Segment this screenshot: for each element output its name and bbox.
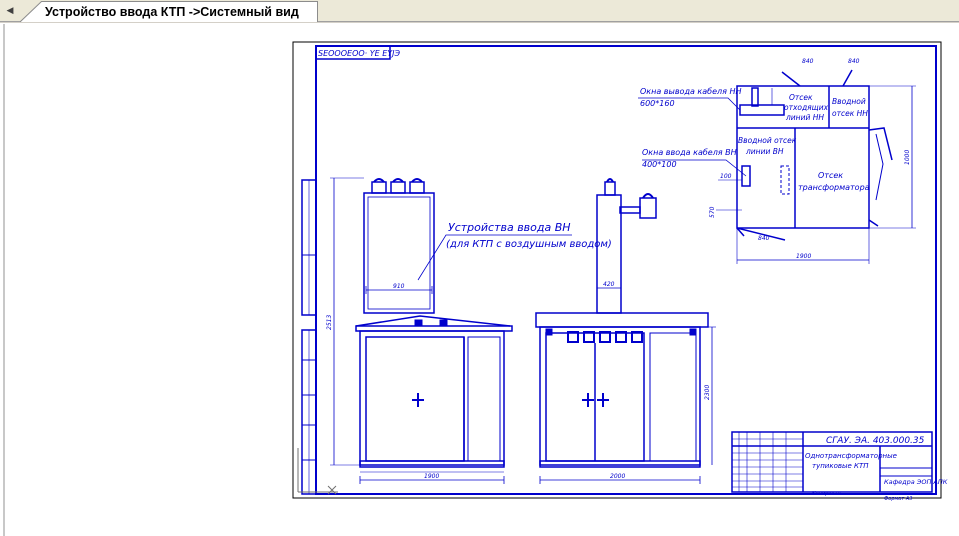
annotation-vn-window: Окна ввода кабеля ВН bbox=[642, 148, 737, 157]
annotation-nn-window-size: 600*160 bbox=[640, 99, 675, 108]
dim-2513: 2513 bbox=[326, 315, 333, 330]
room-transformer-label-1: Отсек bbox=[818, 171, 843, 180]
title-block-sheet: Формат А3 bbox=[884, 496, 912, 502]
room-vn-input-label-1: Вводной отсек bbox=[738, 136, 797, 145]
dim-1900-plan: 1900 bbox=[796, 253, 811, 260]
dim-570: 570 bbox=[709, 206, 716, 218]
stamp-code: SEOOOEOO· YE ЕYJЭ bbox=[318, 49, 401, 58]
plan-view bbox=[638, 69, 916, 264]
dim-1000: 1000 bbox=[904, 150, 911, 165]
technical-drawing[interactable]: SEOOOEOO· YE ЕYJЭ Устройства ввода ВН (д… bbox=[0, 0, 959, 536]
dim-1900-left: 1900 bbox=[424, 473, 439, 480]
dim-840-bottom: 840 bbox=[758, 235, 770, 242]
dim-2300: 2300 bbox=[704, 385, 711, 400]
annotation-vn-window-size: 400*100 bbox=[642, 160, 677, 169]
annotation-vv-subtitle: (для КТП с воздушным вводом) bbox=[446, 239, 612, 250]
dim-840-top-a: 840 bbox=[802, 58, 814, 65]
dim-100: 100 bbox=[720, 173, 732, 180]
room-vn-input-label-2: линии ВН bbox=[745, 147, 784, 156]
ucs-axis-icon bbox=[297, 448, 338, 495]
dim-420: 420 bbox=[603, 281, 615, 288]
annotation-vv-title: Устройства ввода ВН bbox=[448, 221, 571, 234]
room-outgoing-label-2: отходящих bbox=[784, 103, 829, 112]
annotation-nn-window: Окна вывода кабеля НН bbox=[640, 87, 742, 96]
dim-840-top-b: 840 bbox=[848, 58, 860, 65]
room-nn-input-label-2: отсек НН bbox=[832, 109, 868, 118]
dim-910: 910 bbox=[393, 283, 405, 290]
title-block-code: СГАУ. ЭА. 403.000.35 bbox=[826, 436, 925, 446]
title-block-org: Кафедра ЭОП АПК bbox=[884, 478, 948, 486]
title-block-copy: Копировал bbox=[812, 491, 841, 497]
room-nn-input-label-1: Вводной bbox=[832, 97, 866, 106]
room-outgoing-label-1: Отсек bbox=[789, 93, 813, 102]
title-block-name-2: тупиковые КТП bbox=[812, 462, 869, 470]
room-outgoing-label-3: линий НН bbox=[785, 113, 824, 122]
title-block-name-1: Однотрансформаторные bbox=[805, 452, 897, 460]
dim-2000: 2000 bbox=[610, 473, 625, 480]
room-transformer-label-2: трансформатора bbox=[798, 183, 870, 192]
